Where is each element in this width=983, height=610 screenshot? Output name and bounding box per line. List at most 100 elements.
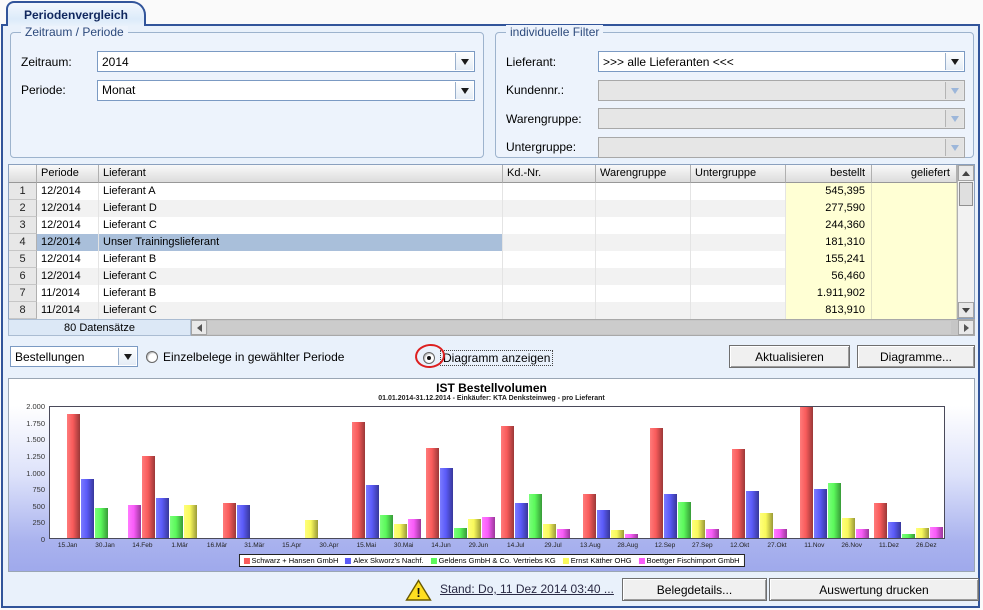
column-header-geliefert[interactable]: geliefert	[872, 165, 957, 183]
row-number[interactable]: 6	[9, 268, 37, 285]
column-header-bestellt[interactable]: bestellt	[786, 165, 872, 183]
zeitraum-combo[interactable]: 2014	[97, 51, 475, 72]
cell-lieferant[interactable]: Lieferant D	[99, 200, 503, 217]
table-row[interactable]: 512/2014Lieferant B 155,241	[9, 251, 957, 268]
table-row[interactable]: 612/2014Lieferant C 56,460	[9, 268, 957, 285]
scroll-down-button[interactable]	[958, 302, 974, 318]
cell-kdnr[interactable]	[503, 285, 596, 302]
cell-warengruppe[interactable]	[596, 183, 691, 200]
cell-periode[interactable]: 12/2014	[37, 251, 99, 268]
cell-lieferant[interactable]: Lieferant C	[99, 302, 503, 319]
cell-lieferant[interactable]: Lieferant B	[99, 251, 503, 268]
row-number[interactable]: 1	[9, 183, 37, 200]
cell-untergruppe[interactable]	[691, 251, 786, 268]
column-header-Warengruppe[interactable]: Warengruppe	[596, 165, 691, 183]
cell-kdnr[interactable]	[503, 251, 596, 268]
cell-warengruppe[interactable]	[596, 200, 691, 217]
column-header-Lieferant[interactable]: Lieferant	[99, 165, 503, 183]
aktualisieren-button[interactable]: Aktualisieren	[729, 345, 850, 368]
scroll-right-button[interactable]	[958, 320, 974, 335]
periode-combo[interactable]: Monat	[97, 80, 475, 101]
cell-untergruppe[interactable]	[691, 183, 786, 200]
cell-periode[interactable]: 12/2014	[37, 234, 99, 251]
row-number[interactable]: 8	[9, 302, 37, 319]
column-header-Periode[interactable]: Periode	[37, 165, 99, 183]
combo-arrow-button[interactable]	[455, 82, 473, 99]
column-header-Kd.-Nr.[interactable]: Kd.-Nr.	[503, 165, 596, 183]
cell-kdnr[interactable]	[503, 268, 596, 285]
lieferant-combo[interactable]: >>> alle Lieferanten <<<	[598, 51, 965, 72]
cell-geliefert[interactable]	[872, 200, 957, 217]
cell-warengruppe[interactable]	[596, 285, 691, 302]
stand-status-link[interactable]: Stand: Do, 11 Dez 2014 03:40 ...	[440, 582, 614, 596]
row-number[interactable]: 7	[9, 285, 37, 302]
cell-kdnr[interactable]	[503, 183, 596, 200]
cell-warengruppe[interactable]	[596, 302, 691, 319]
table-horizontal-scrollbar[interactable]	[191, 319, 975, 336]
view-select-combo[interactable]: Bestellungen	[10, 346, 138, 367]
cell-lieferant[interactable]: Lieferant B	[99, 285, 503, 302]
cell-untergruppe[interactable]	[691, 302, 786, 319]
cell-geliefert[interactable]	[872, 183, 957, 200]
row-number[interactable]: 2	[9, 200, 37, 217]
table-vertical-scrollbar[interactable]	[957, 165, 974, 318]
vertical-scrollbar-thumb[interactable]	[959, 182, 973, 206]
cell-kdnr[interactable]	[503, 200, 596, 217]
cell-periode[interactable]: 12/2014	[37, 268, 99, 285]
auswertung-drucken-button[interactable]: Auswertung drucken	[769, 578, 979, 601]
cell-geliefert[interactable]	[872, 302, 957, 319]
table-row[interactable]: 412/2014Unser Trainingslieferant181,310	[9, 234, 957, 251]
cell-untergruppe[interactable]	[691, 285, 786, 302]
scroll-left-button[interactable]	[191, 320, 207, 335]
cell-bestellt[interactable]: 813,910	[786, 302, 872, 319]
cell-lieferant[interactable]: Lieferant C	[99, 217, 503, 234]
table-row[interactable]: 811/2014Lieferant C 813,910	[9, 302, 957, 319]
cell-lieferant[interactable]: Unser Trainingslieferant	[99, 234, 503, 251]
table-row[interactable]: 711/2014Lieferant B1.911,902	[9, 285, 957, 302]
combo-arrow-button[interactable]	[945, 53, 963, 70]
row-number[interactable]: 5	[9, 251, 37, 268]
cell-bestellt[interactable]: 181,310	[786, 234, 872, 251]
cell-untergruppe[interactable]	[691, 217, 786, 234]
cell-bestellt[interactable]: 155,241	[786, 251, 872, 268]
table-row[interactable]: 212/2014Lieferant D 277,590	[9, 200, 957, 217]
cell-kdnr[interactable]	[503, 302, 596, 319]
belegdetails-button[interactable]: Belegdetails...	[622, 578, 767, 601]
cell-bestellt[interactable]: 277,590	[786, 200, 872, 217]
combo-arrow-button[interactable]	[455, 53, 473, 70]
cell-bestellt[interactable]: 244,360	[786, 217, 872, 234]
cell-periode[interactable]: 11/2014	[37, 302, 99, 319]
tab-periodenvergleich[interactable]: Periodenvergleich	[6, 1, 146, 26]
table-row[interactable]: 312/2014Lieferant C244,360	[9, 217, 957, 234]
cell-warengruppe[interactable]	[596, 268, 691, 285]
cell-untergruppe[interactable]	[691, 200, 786, 217]
diagramme-button[interactable]: Diagramme...	[857, 345, 975, 368]
cell-geliefert[interactable]	[872, 285, 957, 302]
cell-periode[interactable]: 12/2014	[37, 200, 99, 217]
cell-geliefert[interactable]	[872, 217, 957, 234]
scroll-up-button[interactable]	[958, 165, 974, 181]
cell-geliefert[interactable]	[872, 251, 957, 268]
cell-lieferant[interactable]: Lieferant C	[99, 268, 503, 285]
column-header-rownum[interactable]	[9, 165, 37, 183]
radio-label-diagramm[interactable]: Diagramm anzeigen	[440, 350, 553, 366]
radio-label-einzelbelege[interactable]: Einzelbelege in gewählter Periode	[163, 350, 344, 364]
cell-geliefert[interactable]	[872, 268, 957, 285]
radio-einzelbelege[interactable]: Einzelbelege in gewählter Periode	[146, 350, 344, 364]
cell-untergruppe[interactable]	[691, 268, 786, 285]
column-header-Untergruppe[interactable]: Untergruppe	[691, 165, 786, 183]
cell-untergruppe[interactable]	[691, 234, 786, 251]
cell-bestellt[interactable]: 56,460	[786, 268, 872, 285]
row-number[interactable]: 3	[9, 217, 37, 234]
cell-kdnr[interactable]	[503, 217, 596, 234]
combo-arrow-button[interactable]	[118, 348, 136, 365]
horizontal-scrollbar-track[interactable]	[207, 320, 958, 335]
cell-periode[interactable]: 11/2014	[37, 285, 99, 302]
cell-bestellt[interactable]: 545,395	[786, 183, 872, 200]
cell-lieferant[interactable]: Lieferant A	[99, 183, 503, 200]
horizontal-scrollbar-thumb[interactable]	[208, 321, 951, 334]
cell-warengruppe[interactable]	[596, 251, 691, 268]
cell-warengruppe[interactable]	[596, 234, 691, 251]
radio-circle-einzelbelege[interactable]	[146, 351, 158, 363]
cell-geliefert[interactable]	[872, 234, 957, 251]
